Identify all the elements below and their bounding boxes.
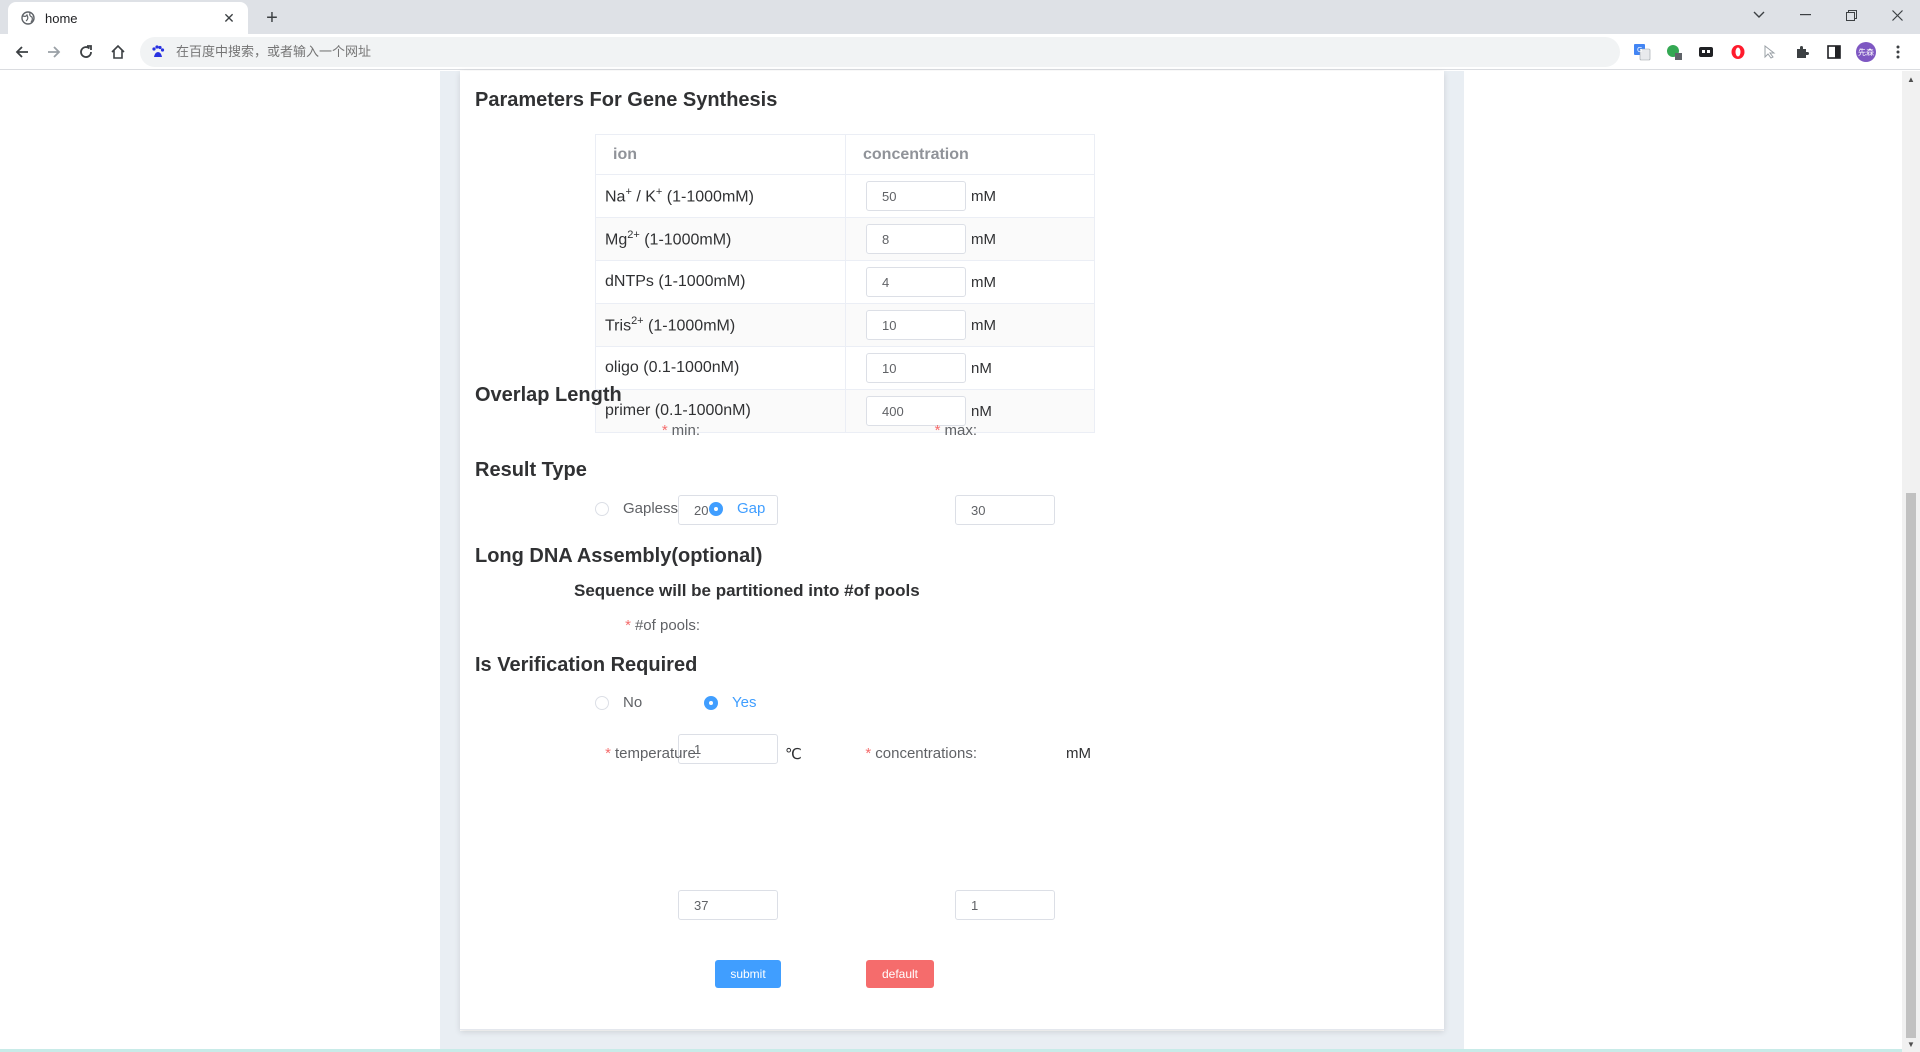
radio-circle (704, 695, 718, 710)
unit-label: mM (971, 316, 996, 334)
unit-label: mM (971, 230, 996, 248)
radio-gapless[interactable]: Gapless (595, 500, 678, 517)
ion-name-tris: Tris2+ (1-1000mM) (595, 303, 846, 347)
tab-home[interactable]: home ✕ (8, 2, 248, 34)
ion-name-oligo: oligo (0.1-1000nM) (595, 346, 846, 390)
result-type-title: Result Type (475, 459, 587, 481)
concentrations-label: * concentrations: (865, 745, 977, 762)
radio-circle (595, 695, 609, 710)
scrollbar-thumb[interactable] (1906, 493, 1916, 1038)
unit-label: mM (971, 187, 996, 205)
radio-circle (709, 501, 723, 516)
submit-button[interactable]: submit (715, 960, 781, 988)
table-header-row: ion concentration (595, 134, 1095, 175)
more-menu-icon[interactable] (1888, 42, 1908, 62)
temperature-label: * temperature: (605, 745, 700, 762)
forward-arrow-icon[interactable] (40, 38, 68, 66)
page-gutter-left (440, 71, 460, 1052)
baidu-icon (150, 44, 166, 60)
dntps-input[interactable] (866, 267, 966, 297)
radio-gap[interactable]: Gap (709, 500, 765, 517)
page-scrollbar[interactable]: ▲ ▼ (1902, 71, 1920, 1052)
default-button[interactable]: default (866, 960, 934, 988)
opera-icon[interactable] (1728, 42, 1748, 62)
extension-badge-icon[interactable] (1664, 42, 1684, 62)
concentrations-input[interactable] (955, 890, 1055, 920)
mg-input[interactable] (866, 224, 966, 254)
ion-name-na-k: Na+ / K+ (1-1000mM) (595, 174, 846, 218)
extensions-puzzle-icon[interactable] (1792, 42, 1812, 62)
unit-label: mM (971, 273, 996, 291)
table-row-na-k: Na+ / K+ (1-1000mM) mM (595, 174, 1095, 218)
back-arrow-icon[interactable] (8, 38, 36, 66)
pools-label: * #of pools: (625, 617, 700, 634)
overlap-length-title: Overlap Length (475, 384, 622, 406)
partition-note: Sequence will be partitioned into #of po… (574, 581, 920, 600)
tris-input[interactable] (866, 310, 966, 340)
verification-title: Is Verification Required (475, 654, 698, 676)
browser-toolbar: G 先森 (0, 34, 1920, 70)
address-bar[interactable] (140, 37, 1620, 67)
scroll-up-icon[interactable]: ▲ (1902, 71, 1920, 87)
translate-icon[interactable]: G (1632, 42, 1652, 62)
reload-icon[interactable] (72, 38, 100, 66)
cursor-icon[interactable] (1760, 42, 1780, 62)
oligo-input[interactable] (866, 353, 966, 383)
table-row-tris: Tris2+ (1-1000mM) mM (595, 303, 1095, 347)
table-row-oligo: oligo (0.1-1000nM) nM (595, 346, 1095, 390)
restore-button[interactable] (1828, 0, 1874, 30)
page-viewport: Parameters For Gene Synthesis ion concen… (0, 71, 1902, 1052)
overlap-max-input[interactable] (955, 495, 1055, 525)
minimize-button[interactable] (1782, 0, 1828, 30)
column-header-ion: ion (595, 134, 846, 175)
column-header-concentration: concentration (845, 134, 1095, 175)
table-row-dntps: dNTPs (1-1000mM) mM (595, 260, 1095, 304)
tab-close-icon[interactable]: ✕ (220, 10, 238, 27)
radio-circle (595, 501, 609, 516)
scroll-down-icon[interactable]: ▼ (1902, 1036, 1920, 1052)
side-panel-icon[interactable] (1824, 42, 1844, 62)
address-input[interactable] (174, 43, 774, 61)
home-icon[interactable] (104, 38, 132, 66)
page-gutter-right (1444, 71, 1464, 1052)
radio-yes[interactable]: Yes (704, 694, 756, 711)
tab-strip: home ✕ + (0, 0, 1920, 34)
profile-initials: 先森 (1856, 42, 1876, 62)
ion-name-mg: Mg2+ (1-1000mM) (595, 217, 846, 261)
tab-title: home (45, 10, 78, 26)
unit-label: nM (971, 402, 992, 420)
window-close-button[interactable] (1874, 0, 1920, 30)
overlap-min-label: * min: (661, 422, 700, 439)
temperature-input[interactable] (678, 890, 778, 920)
concentrations-unit: mM (1066, 745, 1091, 762)
svg-text:G: G (1637, 46, 1642, 54)
ion-name-dntps: dNTPs (1-1000mM) (595, 260, 846, 304)
na-k-input[interactable] (866, 181, 966, 211)
parameters-form: Parameters For Gene Synthesis ion concen… (460, 71, 1444, 1030)
gene-synthesis-title: Parameters For Gene Synthesis (475, 89, 778, 111)
new-tab-button[interactable]: + (258, 4, 286, 32)
bookmark-manager-icon[interactable] (1696, 42, 1716, 62)
table-row-mg: Mg2+ (1-1000mM) mM (595, 217, 1095, 261)
radio-no[interactable]: No (595, 694, 642, 711)
ion-concentration-table: ion concentration Na+ / K+ (1-1000mM) mM… (595, 134, 1095, 433)
globe-icon (20, 10, 36, 26)
tab-search-icon[interactable] (1736, 0, 1782, 30)
long-dna-title: Long DNA Assembly(optional) (475, 545, 763, 567)
unit-label: nM (971, 359, 992, 377)
celsius-unit: ℃ (785, 746, 802, 763)
overlap-max-label: * max: (934, 422, 977, 439)
profile-avatar[interactable]: 先森 (1856, 42, 1876, 62)
